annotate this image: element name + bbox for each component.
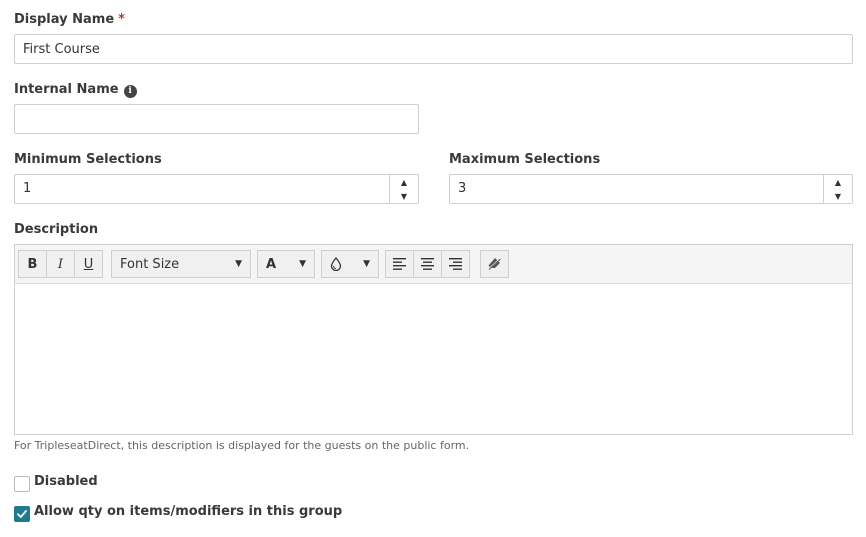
align-center-icon — [421, 258, 434, 270]
font-color-icon: A — [266, 256, 277, 272]
stepper-down-icon[interactable]: ▼ — [390, 189, 418, 203]
clear-format-button[interactable] — [480, 250, 509, 278]
internal-name-label-text: Internal Name — [14, 82, 119, 97]
max-selections-input[interactable]: 3 ▲ ▼ — [449, 174, 853, 204]
description-editor: B I U Font Size ▼ A ▼ ▼ — [14, 244, 853, 435]
internal-name-label: Internal Name i — [14, 82, 137, 98]
required-mark: * — [118, 12, 125, 27]
max-selections-label: Maximum Selections — [449, 152, 601, 167]
droplet-icon — [330, 257, 342, 271]
disabled-checkbox[interactable] — [14, 476, 30, 492]
info-icon[interactable]: i — [123, 85, 137, 98]
stepper-up-icon[interactable]: ▲ — [824, 175, 852, 189]
italic-button[interactable]: I — [46, 250, 75, 278]
min-selections-stepper[interactable]: ▲ ▼ — [389, 175, 418, 203]
highlight-color-dropdown[interactable]: ▼ — [321, 250, 379, 278]
font-size-dropdown[interactable]: Font Size ▼ — [111, 250, 251, 278]
align-left-icon — [393, 258, 406, 270]
chevron-down-icon: ▼ — [363, 259, 370, 269]
allow-qty-label: Allow qty on items/modifiers in this gro… — [34, 504, 343, 519]
internal-name-input[interactable] — [14, 104, 419, 134]
bold-button[interactable]: B — [18, 250, 47, 278]
min-selections-value: 1 — [23, 181, 32, 196]
max-selections-value: 3 — [458, 181, 467, 196]
description-help-text: For TripleseatDirect, this description i… — [14, 439, 470, 452]
min-selections-label: Minimum Selections — [14, 152, 162, 167]
stepper-down-icon[interactable]: ▼ — [824, 189, 852, 203]
align-center-button[interactable] — [413, 250, 442, 278]
font-color-dropdown[interactable]: A ▼ — [257, 250, 315, 278]
display-name-label: Display Name * — [14, 12, 125, 27]
display-name-input[interactable] — [14, 34, 853, 64]
chevron-down-icon: ▼ — [299, 259, 306, 269]
stepper-up-icon[interactable]: ▲ — [390, 175, 418, 189]
allow-qty-checkbox[interactable] — [14, 506, 30, 522]
align-left-button[interactable] — [385, 250, 414, 278]
editor-toolbar: B I U Font Size ▼ A ▼ ▼ — [15, 245, 852, 284]
disabled-label: Disabled — [34, 474, 98, 489]
align-right-icon — [449, 258, 462, 270]
min-selections-input[interactable]: 1 ▲ ▼ — [14, 174, 419, 204]
display-name-label-text: Display Name — [14, 12, 115, 27]
chevron-down-icon: ▼ — [235, 259, 242, 269]
description-label: Description — [14, 222, 99, 237]
underline-button[interactable]: U — [74, 250, 103, 278]
align-right-button[interactable] — [441, 250, 470, 278]
editor-content-area[interactable] — [15, 284, 852, 434]
font-size-label: Font Size — [120, 256, 180, 272]
max-selections-stepper[interactable]: ▲ ▼ — [823, 175, 852, 203]
clear-format-icon — [487, 257, 502, 271]
checkmark-icon — [17, 510, 27, 518]
